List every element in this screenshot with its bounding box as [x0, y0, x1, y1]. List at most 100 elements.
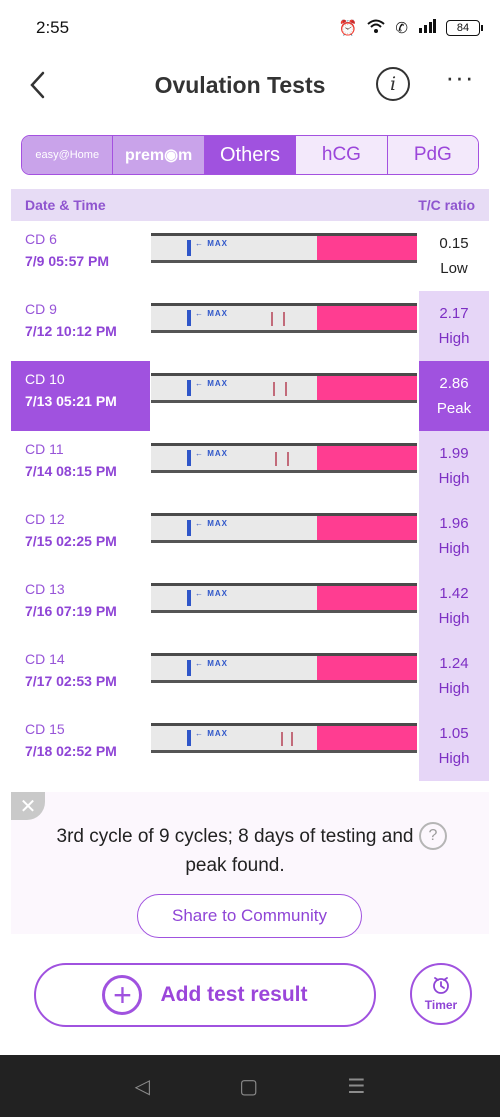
test-row[interactable]: CD 11 7/14 08:15 PM ← MAX 1.99 High [11, 431, 489, 501]
row-date-cell: CD 10 7/13 05:21 PM [11, 361, 150, 431]
test-datetime: 7/14 08:15 PM [25, 463, 117, 479]
tc-ratio-cell: 1.99 High [419, 431, 489, 501]
ratio-value: 2.86 [439, 375, 469, 392]
test-row[interactable]: CD 12 7/15 02:25 PM ← MAX 1.96 High [11, 501, 489, 571]
tc-ratio-cell: 1.96 High [419, 501, 489, 571]
ratio-value: 2.17 [439, 305, 469, 322]
ratio-level: Low [440, 260, 468, 277]
test-datetime: 7/16 07:19 PM [25, 603, 117, 619]
cycle-day: CD 9 [25, 301, 57, 317]
ratio-value: 1.42 [439, 585, 469, 602]
test-datetime: 7/13 05:21 PM [25, 393, 117, 409]
strip-pink-end [317, 656, 417, 680]
ratio-level: High [438, 610, 470, 627]
strip-handle [187, 730, 191, 746]
test-strip-image[interactable]: ← MAX [151, 233, 417, 263]
test-row[interactable]: CD 15 7/18 02:52 PM ← MAX 1.05 High [11, 711, 489, 781]
ratio-level: Peak [436, 400, 472, 417]
strip-test-line [281, 732, 283, 746]
tc-ratio-cell: 0.15 Low [419, 221, 489, 291]
tab-2[interactable]: Others [204, 136, 297, 174]
test-row[interactable]: CD 6 7/9 05:57 PM ← MAX 0.15 Low [11, 221, 489, 291]
ratio-level: High [438, 680, 470, 697]
row-date-cell: CD 9 7/12 10:12 PM [11, 291, 150, 361]
strip-max-label: ← MAX [195, 589, 228, 598]
ratio-level: High [438, 330, 470, 347]
cycle-day: CD 11 [25, 441, 64, 457]
tc-ratio-cell: 2.86 Peak [419, 361, 489, 431]
tab-1[interactable]: prem◉m [113, 136, 205, 174]
status-icons: ⏰ ✆ 84 [339, 19, 483, 37]
share-to-community-button[interactable]: Share to Community [137, 894, 362, 938]
test-strip-image[interactable]: ← MAX [151, 583, 417, 613]
strip-handle [187, 660, 191, 676]
strip-max-label: ← MAX [195, 519, 228, 528]
close-icon[interactable]: ✕ [11, 792, 45, 820]
plus-icon: + [102, 975, 143, 1015]
test-strip-image[interactable]: ← MAX [151, 653, 417, 683]
brand-tabs: easy@Home prem◉m Others hCG PdG [21, 135, 479, 175]
ratio-level: High [438, 750, 470, 767]
test-strip-image[interactable]: ← MAX [151, 303, 417, 333]
nav-menu-icon[interactable]: ☰ [347, 1074, 365, 1099]
strip-max-label: ← MAX [195, 379, 228, 388]
strip-test-line [291, 732, 293, 746]
timer-icon [432, 976, 450, 997]
tab-4[interactable]: PdG [387, 136, 478, 174]
strip-pink-end [317, 726, 417, 750]
status-bar: 2:55 ⏰ ✆ 84 [0, 0, 500, 56]
test-strip-image[interactable]: ← MAX [151, 373, 417, 403]
test-row[interactable]: CD 10 7/13 05:21 PM ← MAX 2.86 Peak [11, 361, 489, 431]
row-date-cell: CD 6 7/9 05:57 PM [11, 221, 150, 291]
nav-home-icon[interactable]: ▢ [239, 1074, 258, 1099]
ratio-value: 1.05 [439, 725, 469, 742]
tc-ratio-cell: 1.05 High [419, 711, 489, 781]
strip-handle [187, 380, 191, 396]
row-date-cell: CD 13 7/16 07:19 PM [11, 571, 150, 641]
ratio-value: 1.24 [439, 655, 469, 672]
strip-max-label: ← MAX [195, 729, 228, 738]
add-test-result-label: Add test result [160, 983, 308, 1006]
add-test-result-button[interactable]: + Add test result [34, 963, 376, 1027]
cycle-day: CD 14 [25, 651, 65, 667]
header: Ovulation Tests i ··· [0, 56, 500, 114]
strip-test-line [273, 382, 275, 396]
strip-handle [187, 450, 191, 466]
status-time: 2:55 [36, 18, 70, 37]
table-header: Date & Time T/C ratio [11, 189, 489, 221]
test-row[interactable]: CD 14 7/17 02:53 PM ← MAX 1.24 High [11, 641, 489, 711]
nav-back-icon[interactable]: ◁ [135, 1074, 150, 1099]
cycle-day: CD 13 [25, 581, 65, 597]
test-datetime: 7/18 02:52 PM [25, 743, 117, 759]
strip-pink-end [317, 236, 417, 260]
tab-0[interactable]: easy@Home [22, 136, 114, 174]
test-row[interactable]: CD 13 7/16 07:19 PM ← MAX 1.42 High [11, 571, 489, 641]
test-datetime: 7/9 05:57 PM [25, 253, 110, 269]
wifi-icon [367, 19, 386, 37]
test-datetime: 7/12 10:12 PM [25, 323, 117, 339]
test-strip-image[interactable]: ← MAX [151, 513, 417, 543]
strip-pink-end [317, 446, 417, 470]
tab-3[interactable]: hCG [296, 136, 388, 174]
timer-button[interactable]: Timer [410, 963, 472, 1025]
ratio-value: 1.99 [439, 445, 469, 462]
test-strip-image[interactable]: ← MAX [151, 723, 417, 753]
more-options-icon[interactable]: ··· [440, 64, 480, 100]
row-date-cell: CD 11 7/14 08:15 PM [11, 431, 150, 501]
strip-pink-end [317, 376, 417, 400]
strip-pink-end [317, 516, 417, 540]
cycle-day: CD 15 [25, 721, 65, 737]
column-tc-ratio: T/C ratio [418, 197, 475, 213]
test-row[interactable]: CD 9 7/12 10:12 PM ← MAX 2.17 High [11, 291, 489, 361]
summary-card: ✕ 3rd cycle of 9 cycles; 8 days of testi… [11, 792, 489, 938]
strip-pink-end [317, 586, 417, 610]
strip-test-line [285, 382, 287, 396]
test-strip-image[interactable]: ← MAX [151, 443, 417, 473]
row-date-cell: CD 14 7/17 02:53 PM [11, 641, 150, 711]
strip-handle [187, 240, 191, 256]
timer-label: Timer [424, 998, 458, 1012]
test-datetime: 7/15 02:25 PM [25, 533, 117, 549]
info-icon[interactable]: i [376, 67, 410, 101]
strip-max-label: ← MAX [195, 449, 228, 458]
help-icon[interactable]: ? [419, 822, 447, 850]
